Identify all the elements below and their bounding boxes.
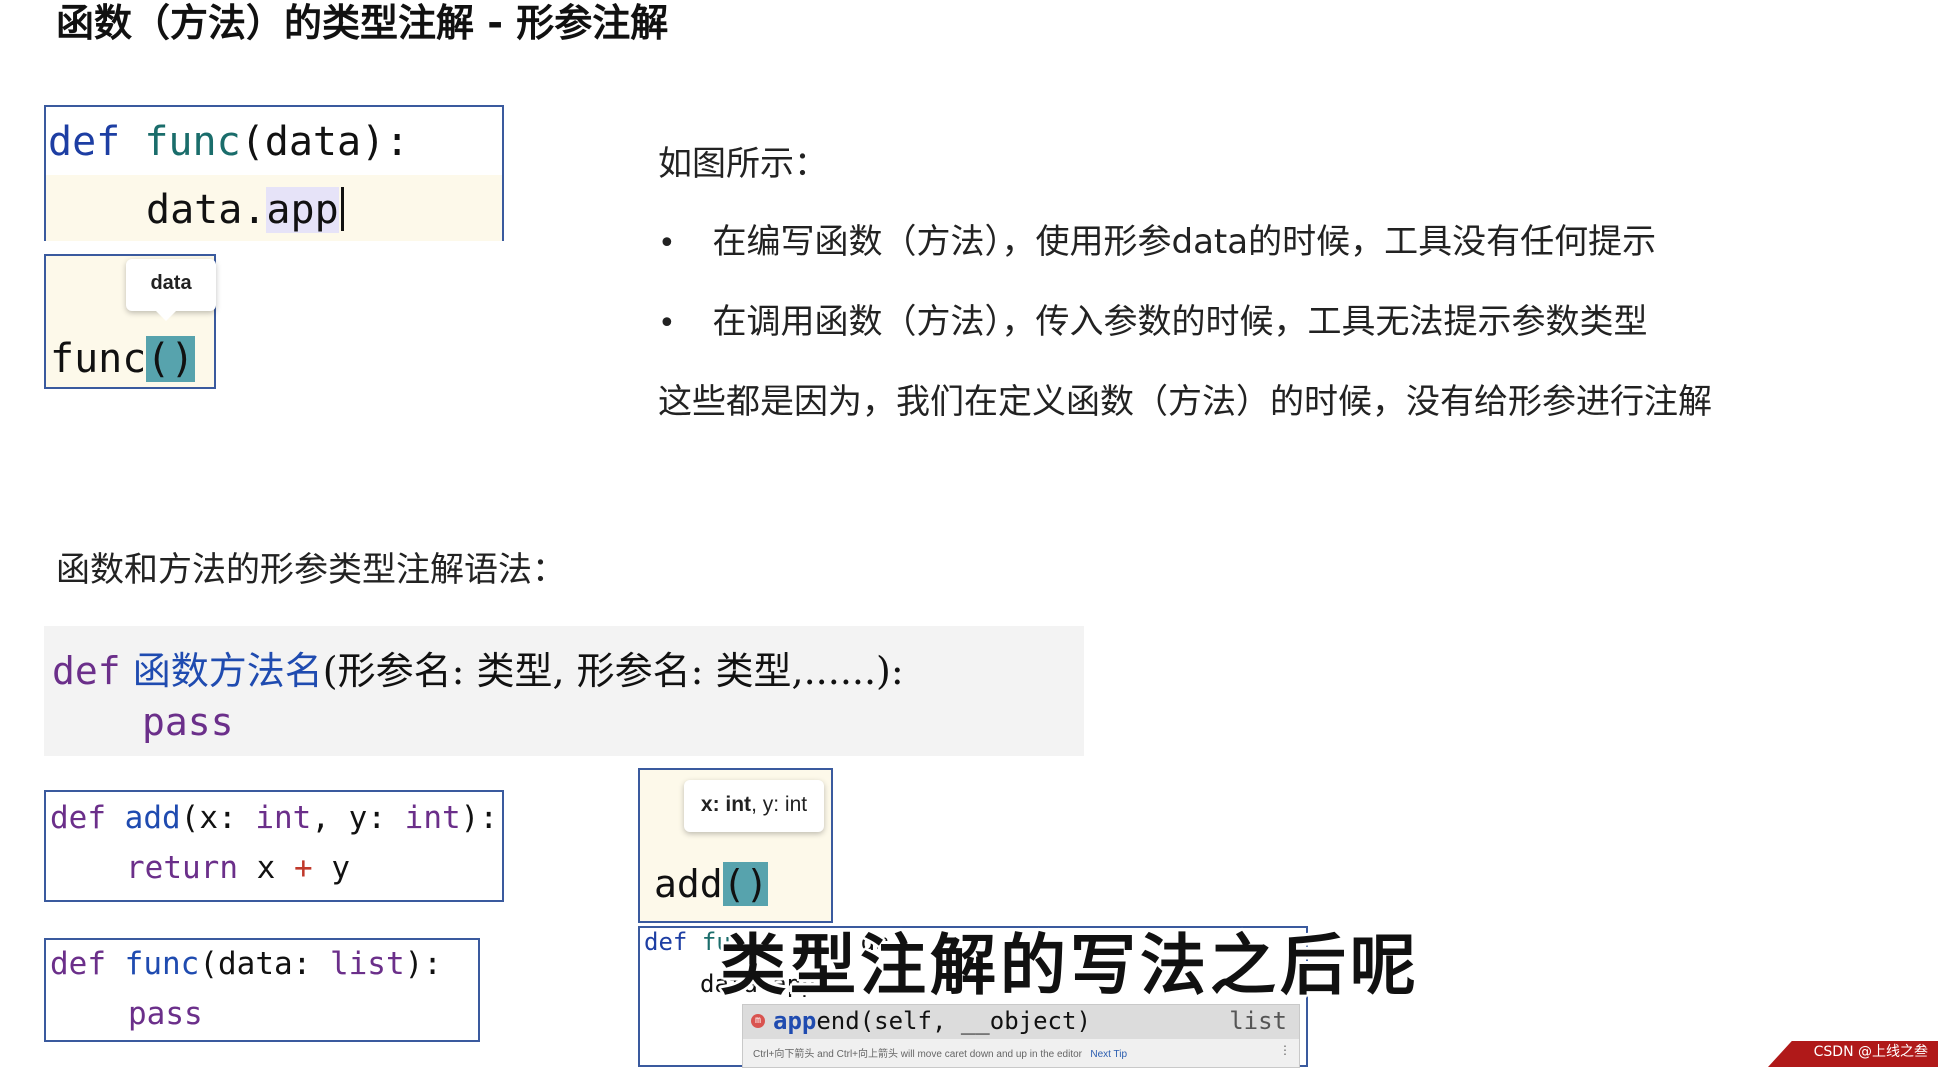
hint-text: Ctrl+向下箭头 and Ctrl+向上箭头 will move caret …: [753, 1049, 1083, 1060]
signature-text: end(self, __object): [816, 1007, 1091, 1035]
autocomplete-item[interactable]: m append(self, __object) list: [743, 1005, 1299, 1039]
function-name: func: [124, 946, 200, 982]
code-body-line: return x + y: [126, 850, 350, 886]
keyword-def: def: [48, 119, 121, 165]
keyword-def: def: [50, 946, 106, 982]
code-call-untyped: data func(): [44, 254, 216, 389]
param-tooltip: x: int, y: int: [684, 780, 824, 832]
keyword-pass: pass: [142, 700, 234, 744]
autocomplete-hint: Ctrl+向下箭头 and Ctrl+向上箭头 will move caret …: [753, 1045, 1127, 1060]
code-body-line: data.app: [146, 187, 344, 233]
more-options-icon[interactable]: ⋮: [1279, 1043, 1291, 1057]
match-text: app: [773, 1007, 817, 1035]
autocomplete-popup[interactable]: m append(self, __object) list Ctrl+向下箭头 …: [742, 1004, 1300, 1068]
code-example-func-list: def func(data: list): pass: [44, 938, 480, 1042]
code-text: , y:: [311, 800, 405, 836]
bullet-text: 在调用函数（方法），传入参数的时候，工具无法提示参数类型: [712, 302, 1648, 342]
tooltip-current-param: x: int: [700, 793, 752, 816]
keyword-return: return: [126, 850, 238, 886]
type-int: int: [404, 800, 461, 836]
bullet-text: 在编写函数（方法），使用形参data的时候，工具没有任何提示: [712, 222, 1657, 262]
autocomplete-item-text: append(self, __object): [773, 1007, 1091, 1035]
call-parens: (): [146, 336, 195, 382]
syntax-line: def 函数方法名(形参名: 类型, 形参名: 类型,......):: [52, 640, 904, 695]
code-text: (data:: [199, 946, 330, 982]
keyword-def: def: [52, 649, 121, 693]
code-def-line: def func(data):: [48, 119, 409, 165]
param-tooltip: data: [126, 259, 216, 321]
type-int: int: [255, 800, 312, 836]
code-call-typed: x: int, y: int add(): [638, 768, 833, 923]
description-conclusion: 这些都是因为，我们在定义函数（方法）的时候，没有给形参进行注解: [658, 382, 1712, 422]
keyword-def: def: [644, 928, 688, 956]
function-name: func: [144, 119, 241, 165]
code-def-line: def add(x: int, y: int):: [50, 800, 498, 836]
code-example-add: def add(x: int, y: int): return x + y: [44, 790, 504, 902]
call-parens: (): [722, 862, 769, 906]
call-line: func(): [50, 336, 195, 382]
syntax-code-block: def 函数方法名(形参名: 类型, 形参名: 类型,......): pass: [44, 626, 1084, 756]
function-name: 函数方法名: [132, 649, 323, 693]
bullet-icon: •: [658, 306, 676, 341]
keyword-def: def: [50, 800, 106, 836]
tooltip-text: data: [150, 272, 192, 294]
code-text: y: [312, 850, 350, 886]
code-text: ):: [460, 800, 498, 836]
syntax-heading: 函数和方法的形参类型注解语法：: [56, 550, 566, 590]
call-name: func: [50, 336, 147, 382]
tooltip-text: , y: int: [751, 793, 808, 816]
page-title: 函数（方法）的类型注解 - 形参注解: [56, 1, 669, 45]
params: (形参名: 类型, 形参名: 类型,......):: [322, 649, 904, 693]
keyword-pass: pass: [128, 996, 203, 1032]
next-tip-link[interactable]: Next Tip: [1090, 1049, 1127, 1060]
call-line: add(): [654, 862, 769, 906]
code-text: (x:: [180, 800, 256, 836]
video-subtitle: 类型注解的写法之后呢: [720, 927, 1420, 1004]
params: (data):: [240, 119, 410, 165]
type-list: list: [329, 946, 405, 982]
operator-plus: +: [293, 850, 313, 886]
call-name: add: [654, 862, 723, 906]
typed-text: app: [266, 187, 339, 233]
method-icon: m: [751, 1014, 765, 1028]
code-def-line: def func(data: list):: [50, 946, 442, 982]
code-text: data.: [146, 187, 267, 233]
description-bullet: • 在调用函数（方法），传入参数的时候，工具无法提示参数类型: [658, 294, 1648, 343]
watermark: CSDN @上线之叁: [1813, 1044, 1928, 1060]
code-text: x: [237, 850, 294, 886]
bullet-icon: •: [658, 226, 676, 261]
code-example-untyped: def func(data): data.app: [44, 105, 504, 241]
autocomplete-item-type: list: [1229, 1007, 1287, 1035]
code-text: ):: [404, 946, 442, 982]
function-name: add: [124, 800, 181, 836]
text-caret: [340, 187, 344, 231]
description-intro: 如图所示：: [658, 144, 828, 184]
description-bullet: • 在编写函数（方法），使用形参data的时候，工具没有任何提示: [658, 214, 1656, 263]
